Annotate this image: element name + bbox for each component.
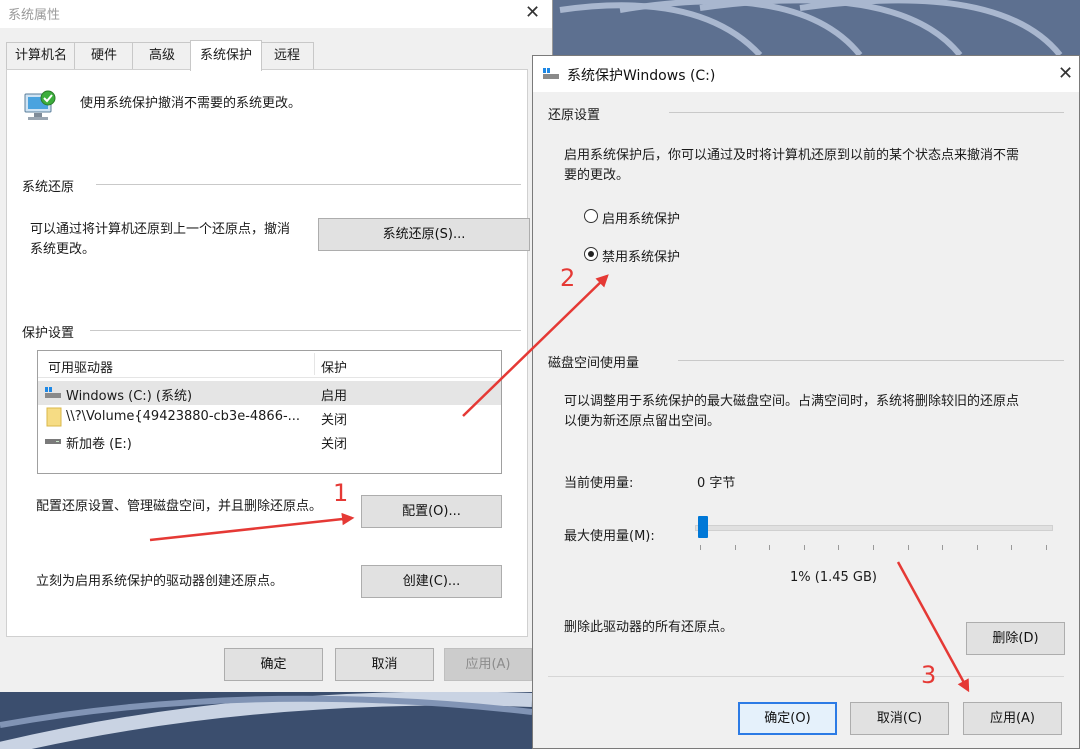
tab-advanced[interactable]: 高级 <box>132 42 192 69</box>
drive-name: 新加卷 (E:) <box>66 437 132 452</box>
right-cancel-button[interactable]: 取消(C) <box>850 702 949 735</box>
configure-button[interactable]: 配置(O)... <box>361 495 502 528</box>
table-row[interactable]: Windows (C:) (系统) 启用 <box>38 381 501 405</box>
enable-protection-label[interactable]: 启用系统保护 <box>602 208 680 227</box>
tab-hardware[interactable]: 硬件 <box>74 42 134 69</box>
annotation-number-1: 1 <box>333 479 349 507</box>
slider-tick <box>907 545 909 550</box>
restore-settings-desc-line1: 启用系统保护后，你可以通过及时将计算机还原到以前的某个状态点来撤消不需 <box>564 148 1020 163</box>
create-button[interactable]: 创建(C)... <box>361 565 502 598</box>
drive-list[interactable]: 可用驱动器 保护 Windows (C:) (系统) 启用 \\?\Volume… <box>37 350 502 474</box>
annotation-number-2: 2 <box>560 264 576 292</box>
restore-group-divider <box>96 184 521 185</box>
drive-title-icon <box>543 68 559 79</box>
right-window-title: 系统保护Windows (C:) <box>567 68 716 84</box>
intro-text: 使用系统保护撤消不需要的系统更改。 <box>80 96 302 111</box>
slider-tick <box>873 545 874 550</box>
restore-settings-divider <box>669 112 1064 113</box>
folder-icon <box>46 407 62 427</box>
drive-name: \\?\Volume{49423880-cb3e-4866-... <box>66 409 301 424</box>
drive-name: Windows (C:) (系统) <box>66 389 193 404</box>
drive-icon <box>45 439 61 444</box>
max-usage-label: 最大使用量(M): <box>564 529 655 544</box>
max-usage-slider-thumb[interactable] <box>698 516 709 538</box>
restore-settings-desc-line2: 要的更改。 <box>564 168 630 183</box>
right-close-icon[interactable]: ✕ <box>1058 65 1073 83</box>
enable-protection-radio[interactable] <box>584 209 598 223</box>
system-properties-window: 系统属性 ✕ 计算机名 硬件 高级 系统保护 远程 使用系统保护撤消不需要的系统… <box>0 0 553 692</box>
restore-desc-line1: 可以通过将计算机还原到上一个还原点，撤消 <box>30 222 291 237</box>
disable-protection-label[interactable]: 禁用系统保护 <box>602 246 680 265</box>
column-header-drive[interactable]: 可用驱动器 <box>48 357 113 376</box>
left-ok-button[interactable]: 确定 <box>224 648 323 681</box>
disable-protection-radio[interactable] <box>584 247 598 261</box>
config-text: 配置还原设置、管理磁盘空间，并且删除还原点。 <box>36 499 323 514</box>
drive-protection-status: 启用 <box>321 389 348 404</box>
slider-tick <box>1046 545 1047 550</box>
slider-tick <box>803 545 805 550</box>
right-titlebar: 系统保护Windows (C:) ✕ <box>533 56 1079 92</box>
tab-remote[interactable]: 远程 <box>260 42 314 69</box>
protect-group-title: 保护设置 <box>22 326 75 341</box>
disk-usage-desc-line2: 以便为新还原点留出空间。 <box>564 414 721 429</box>
slider-tick <box>769 545 771 550</box>
left-apply-button[interactable]: 应用(A) <box>444 648 532 681</box>
drive-protection-status: 关闭 <box>321 413 348 428</box>
current-usage-label: 当前使用量: <box>564 476 634 491</box>
protect-group-divider <box>90 330 521 331</box>
slider-tick <box>942 545 944 550</box>
slider-tick <box>976 545 978 550</box>
table-row[interactable]: \\?\Volume{49423880-cb3e-4866-... 关闭 <box>38 405 501 429</box>
create-text: 立刻为启用系统保护的驱动器创建还原点。 <box>36 574 284 589</box>
max-usage-slider-track[interactable] <box>695 525 1053 531</box>
slider-tick <box>734 545 736 550</box>
restore-group-title: 系统还原 <box>22 180 75 195</box>
disk-usage-divider <box>678 360 1064 361</box>
slider-tick <box>838 545 840 550</box>
right-apply-button[interactable]: 应用(A) <box>963 702 1062 735</box>
left-close-icon[interactable]: ✕ <box>525 4 540 22</box>
restore-settings-title: 还原设置 <box>548 108 601 123</box>
drive-protection-status: 关闭 <box>321 437 348 452</box>
left-window-title: 系统属性 <box>8 8 61 23</box>
system-protection-dialog: 系统保护Windows (C:) ✕ 还原设置 启用系统保护后，你可以通过及时将… <box>532 55 1080 749</box>
max-usage-value: 1% (1.45 GB) <box>790 570 877 585</box>
disk-usage-desc-line1: 可以调整用于系统保护的最大磁盘空间。占满空间时，系统将删除较旧的还原点 <box>564 394 1020 409</box>
restore-desc-line2: 系统更改。 <box>30 242 96 257</box>
slider-tick <box>1011 545 1013 550</box>
system-restore-button[interactable]: 系统还原(S)... <box>318 218 530 251</box>
drive-list-header: 可用驱动器 保护 <box>38 351 501 378</box>
system-drive-icon <box>45 387 61 398</box>
tab-computer-name[interactable]: 计算机名 <box>6 42 76 69</box>
annotation-number-3: 3 <box>921 661 937 689</box>
delete-button[interactable]: 删除(D) <box>966 622 1065 655</box>
system-protection-icon <box>24 90 56 120</box>
disk-usage-title: 磁盘空间使用量 <box>548 356 640 371</box>
column-separator <box>314 353 315 375</box>
current-usage-value: 0 字节 <box>697 476 736 491</box>
tab-system-protection[interactable]: 系统保护 <box>190 40 262 71</box>
column-header-protection[interactable]: 保护 <box>321 357 347 376</box>
slider-tick <box>700 545 701 550</box>
left-cancel-button[interactable]: 取消 <box>335 648 434 681</box>
table-row[interactable]: 新加卷 (E:) 关闭 <box>38 429 501 453</box>
left-titlebar: 系统属性 ✕ <box>0 0 552 28</box>
footer-divider <box>548 676 1064 677</box>
delete-text: 删除此驱动器的所有还原点。 <box>564 620 734 635</box>
right-ok-button[interactable]: 确定(O) <box>738 702 837 735</box>
